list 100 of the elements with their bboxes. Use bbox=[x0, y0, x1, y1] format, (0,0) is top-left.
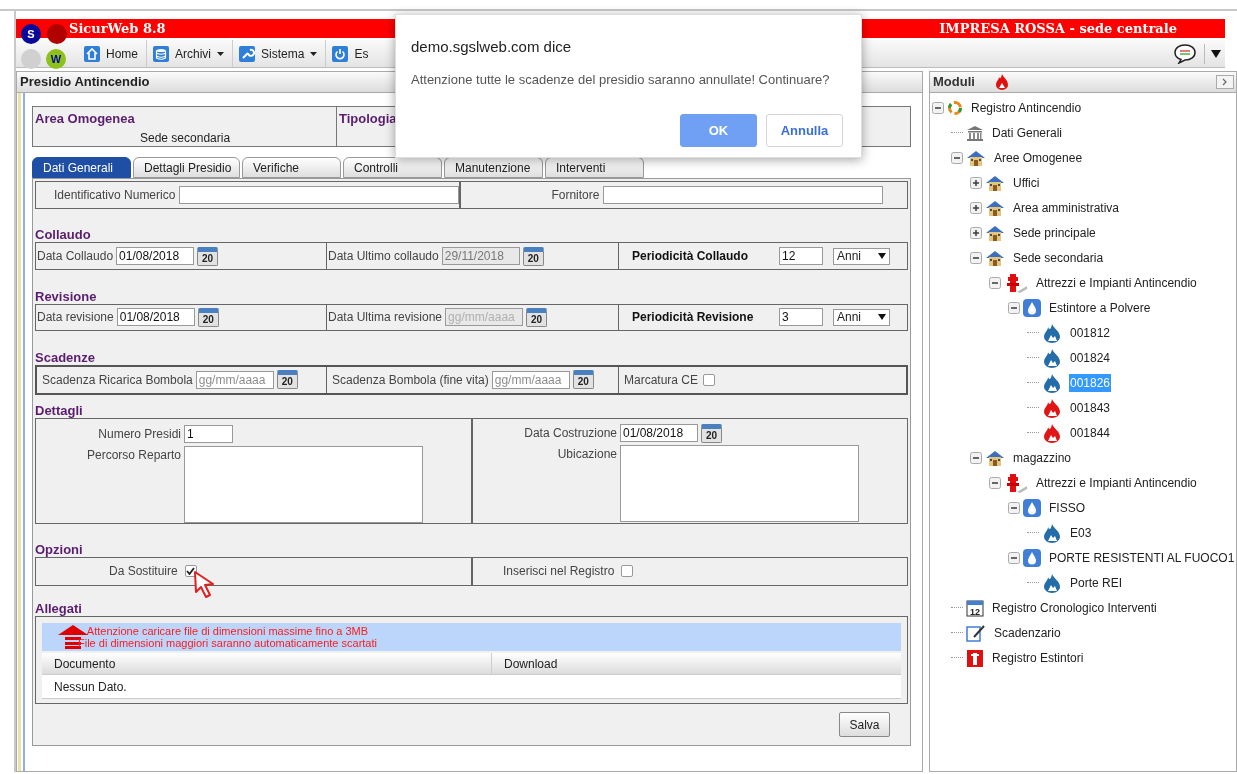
number-field[interactable]: 12 bbox=[779, 247, 823, 265]
house-icon bbox=[985, 174, 1005, 191]
field-label: Area Omogenea bbox=[35, 110, 136, 128]
collapse-icon[interactable] bbox=[1008, 301, 1020, 314]
tree-item[interactable]: 001844 bbox=[1069, 423, 1112, 442]
tree-item[interactable]: E03 bbox=[1069, 523, 1093, 542]
tree-item[interactable]: Registro Antincendio bbox=[970, 98, 1083, 117]
app-title: SicurWeb 8.8 bbox=[69, 19, 166, 38]
tree-item[interactable]: PORTE RESISTENTI AL FUOCO1 bbox=[1048, 548, 1236, 567]
calendar-button[interactable]: 20 bbox=[276, 370, 298, 390]
tab[interactable]: Verifiche bbox=[242, 157, 341, 178]
caret-icon bbox=[217, 51, 225, 56]
menu-item[interactable]: Es bbox=[326, 40, 375, 67]
tree-item[interactable]: Area amministrativa bbox=[1012, 198, 1121, 217]
tree-item[interactable]: Dati Generali bbox=[991, 123, 1064, 142]
tree-item[interactable]: Uffici bbox=[1012, 173, 1041, 192]
collapse-icon[interactable] bbox=[970, 451, 982, 464]
menu-item[interactable]: Home bbox=[78, 40, 147, 67]
tree-item[interactable]: Registro Cronologico Interventi bbox=[991, 598, 1158, 617]
tree-item[interactable]: Attrezzi e Impianti Antincendio bbox=[1035, 273, 1198, 292]
flame-icon bbox=[1042, 372, 1062, 393]
calendar-button[interactable]: 20 bbox=[197, 246, 219, 266]
tab[interactable]: Controlli bbox=[343, 157, 442, 178]
checkbox[interactable] bbox=[703, 373, 716, 386]
calendar-button[interactable]: 20 bbox=[572, 370, 594, 390]
number-field[interactable]: 3 bbox=[779, 308, 823, 327]
field-label: Periodicità Collaudo bbox=[632, 248, 749, 265]
empty-message: Nessun Dato. bbox=[53, 678, 127, 696]
tree-item[interactable]: Sede principale bbox=[1012, 223, 1097, 242]
field-label: Fornitore bbox=[551, 187, 600, 205]
collapse-icon[interactable] bbox=[1008, 501, 1020, 514]
column-header: Download bbox=[503, 655, 559, 673]
section-title: Collaudo bbox=[35, 227, 92, 243]
tree-item[interactable]: 001824 bbox=[1069, 348, 1112, 367]
hydrant-icon bbox=[1004, 271, 1028, 294]
extinguisher-icon bbox=[966, 648, 984, 667]
calendar-button[interactable]: 20 bbox=[701, 423, 722, 443]
date-field[interactable]: 01/08/2018 bbox=[116, 247, 195, 265]
tree-item[interactable]: Scadenzario bbox=[993, 623, 1062, 642]
power-icon bbox=[332, 45, 349, 62]
tree-item[interactable]: Sede secondaria bbox=[1012, 248, 1105, 267]
expand-icon[interactable] bbox=[970, 176, 982, 189]
field-label: Identificativo Numerico bbox=[54, 187, 176, 205]
tree-item[interactable]: magazzino bbox=[1012, 448, 1073, 467]
calendar-icon: 12 bbox=[966, 598, 984, 617]
menu-item[interactable]: Sistema bbox=[233, 40, 327, 67]
house-icon bbox=[985, 449, 1005, 466]
save-button[interactable]: Salva bbox=[839, 712, 890, 738]
collapse-icon[interactable] bbox=[989, 276, 1001, 289]
menu-item[interactable]: Archivi bbox=[147, 40, 234, 67]
unit-dropdown[interactable]: Anni bbox=[833, 247, 890, 265]
number-field[interactable]: 1 bbox=[184, 424, 233, 443]
text-field[interactable] bbox=[603, 186, 884, 205]
expand-icon[interactable] bbox=[970, 201, 982, 214]
tree-item[interactable]: Registro Estintori bbox=[991, 648, 1085, 667]
panel-title: Moduli bbox=[933, 73, 975, 92]
tree-item[interactable]: Aree Omogenee bbox=[993, 148, 1084, 167]
collapse-icon[interactable] bbox=[989, 476, 1001, 489]
date-field[interactable]: gg/mm/aaaa bbox=[195, 370, 274, 389]
calendar-button[interactable]: 20 bbox=[197, 307, 219, 327]
date-field[interactable]: 01/08/2018 bbox=[116, 308, 195, 327]
checkbox[interactable] bbox=[184, 565, 197, 578]
flame-icon bbox=[994, 74, 1009, 90]
collapse-icon[interactable] bbox=[1008, 551, 1020, 564]
expand-icon[interactable] bbox=[970, 226, 982, 239]
check-icon bbox=[186, 567, 196, 576]
date-field[interactable]: 01/08/2018 bbox=[620, 424, 698, 442]
tab[interactable]: Dati Generali bbox=[32, 157, 131, 178]
collapse-icon[interactable] bbox=[951, 151, 963, 164]
collapse-icon[interactable] bbox=[970, 251, 982, 264]
field-label: Tipologia bbox=[339, 110, 398, 128]
dialog-origin: demo.sgslweb.com dice bbox=[411, 37, 573, 57]
hydrant-icon bbox=[1004, 471, 1028, 494]
droplet-icon bbox=[1023, 298, 1041, 317]
field-value: Sede secondaria bbox=[139, 129, 232, 147]
tab[interactable]: Manutenzione bbox=[444, 157, 543, 178]
unit-dropdown[interactable]: Anni bbox=[833, 308, 890, 326]
field-label: Da Sostituire bbox=[109, 563, 178, 581]
date-field[interactable]: gg/mm/aaaa bbox=[491, 370, 570, 389]
checkbox[interactable] bbox=[621, 565, 634, 578]
tree-item[interactable]: Estintore a Polvere bbox=[1048, 298, 1152, 317]
flame-icon bbox=[1042, 347, 1062, 368]
collapse-icon[interactable] bbox=[932, 101, 944, 114]
tree-item[interactable]: Porte REI bbox=[1069, 573, 1124, 592]
text-area[interactable] bbox=[620, 444, 859, 522]
text-field[interactable] bbox=[179, 186, 460, 205]
tree-item[interactable]: Attrezzi e Impianti Antincendio bbox=[1035, 473, 1198, 492]
flame-icon bbox=[1042, 397, 1062, 418]
tree-item[interactable]: FISSO bbox=[1048, 498, 1086, 517]
tab[interactable]: Dettagli Presidio bbox=[133, 157, 240, 178]
field-label: Data Collaudo bbox=[37, 248, 114, 265]
field-label: Data revisione bbox=[37, 309, 114, 327]
house-icon bbox=[966, 149, 986, 166]
dialog-button[interactable]: Annulla bbox=[766, 114, 843, 147]
text-area[interactable] bbox=[184, 445, 423, 523]
warning-text: Attenzione caricare file di dimensioni massime fino a 3MB bbox=[86, 625, 369, 638]
tab[interactable]: Interventi bbox=[545, 157, 644, 178]
tree-item[interactable]: 001812 bbox=[1069, 323, 1112, 342]
dialog-message: Attenzione tutte le scadenze del presidio saranno annullate! Continuare? bbox=[411, 70, 831, 89]
tree-item[interactable]: 001843 bbox=[1069, 398, 1112, 417]
